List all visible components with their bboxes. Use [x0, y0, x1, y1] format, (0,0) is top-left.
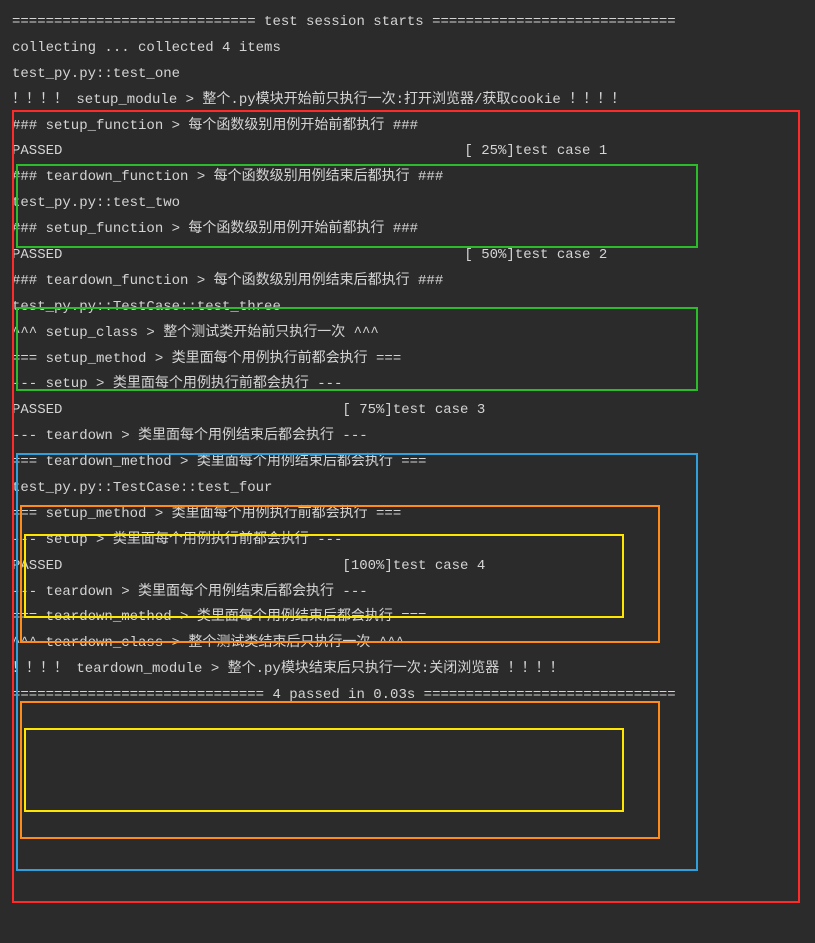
setup-module-line: ！！！！ setup_module > 整个.py模块开始前只执行一次:打开浏览…	[12, 88, 803, 114]
teardown-method-line: === teardown_method > 类里面每个用例结束后都会执行 ===	[12, 450, 803, 476]
percent-25: [ 25%]	[464, 139, 514, 165]
passed-word: PASSED	[12, 139, 62, 165]
teardown-function-line: ### teardown_function > 每个函数级别用例结束后都执行 #…	[12, 165, 803, 191]
passed-word: PASSED	[12, 243, 62, 269]
percent-50: [ 50%]	[464, 243, 514, 269]
collecting-line: collecting ... collected 4 items	[12, 36, 803, 62]
setup-function-line: ### setup_function > 每个函数级别用例开始前都执行 ###	[12, 114, 803, 140]
passed-word: PASSED	[12, 554, 62, 580]
teardown-function-line: ### teardown_function > 每个函数级别用例结束后都执行 #…	[12, 269, 803, 295]
terminal-output: ============================= test sessi…	[12, 10, 803, 709]
teardown-inner-line: --- teardown > 类里面每个用例结束后都会执行 ---	[12, 424, 803, 450]
annotation-box-method-2	[20, 701, 660, 839]
test-case-1-label: test case 1	[515, 139, 607, 165]
setup-inner-line: --- setup > 类里面每个用例执行前都会执行 ---	[12, 528, 803, 554]
passed-word: PASSED	[12, 398, 62, 424]
teardown-inner-line: --- teardown > 类里面每个用例结束后都会执行 ---	[12, 580, 803, 606]
test1-name: test_py.py::test_one	[12, 62, 803, 88]
passed-line-4: PASSED [100%] test case 4	[12, 554, 803, 580]
passed-line-3: PASSED [ 75%] test case 3	[12, 398, 803, 424]
test2-name: test_py.py::test_two	[12, 191, 803, 217]
test-case-2-label: test case 2	[515, 243, 607, 269]
test3-name: test_py.py::TestCase::test_three	[12, 295, 803, 321]
teardown-module-line: ！！！！ teardown_module > 整个.py模块结束后只执行一次:关…	[12, 657, 803, 683]
session-header: ============================= test sessi…	[12, 10, 803, 36]
percent-75: [ 75%]	[342, 398, 392, 424]
annotation-box-inner-2	[24, 728, 624, 812]
setup-function-line: ### setup_function > 每个函数级别用例开始前都执行 ###	[12, 217, 803, 243]
setup-method-line: === setup_method > 类里面每个用例执行前都会执行 ===	[12, 502, 803, 528]
setup-class-line: ^^^ setup_class > 整个测试类开始前只执行一次 ^^^	[12, 321, 803, 347]
test-case-4-label: test case 4	[393, 554, 485, 580]
teardown-class-line: ^^^ teardown_class > 整个测试类结束后只执行一次 ^^^	[12, 631, 803, 657]
setup-method-line: === setup_method > 类里面每个用例执行前都会执行 ===	[12, 347, 803, 373]
passed-line-1: PASSED [ 25%] test case 1	[12, 139, 803, 165]
percent-100: [100%]	[342, 554, 392, 580]
teardown-method-line: === teardown_method > 类里面每个用例结束后都会执行 ===	[12, 605, 803, 631]
setup-inner-line: --- setup > 类里面每个用例执行前都会执行 ---	[12, 372, 803, 398]
test-case-3-label: test case 3	[393, 398, 485, 424]
test4-name: test_py.py::TestCase::test_four	[12, 476, 803, 502]
session-footer: ============================== 4 passed …	[12, 683, 803, 709]
passed-line-2: PASSED [ 50%] test case 2	[12, 243, 803, 269]
